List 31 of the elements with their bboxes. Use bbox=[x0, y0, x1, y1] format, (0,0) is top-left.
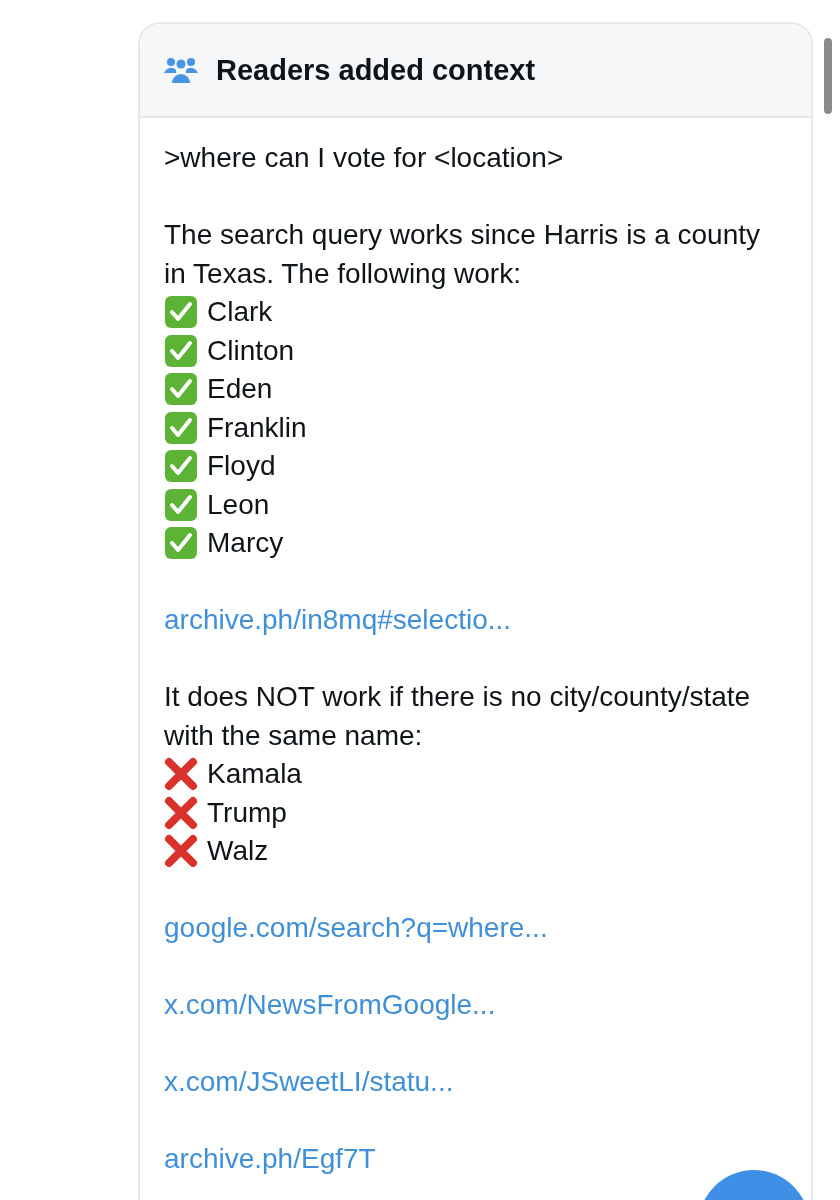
check-mark-icon bbox=[164, 487, 198, 522]
note-paragraph: It does NOT work if there is no city/county/state with the same name: bbox=[164, 680, 752, 753]
list-item-text: Clinton bbox=[207, 333, 295, 368]
list-item-text: Walz bbox=[207, 834, 269, 868]
check-mark-icon bbox=[164, 449, 198, 484]
check-mark-icon bbox=[164, 372, 198, 407]
check-mark-icon bbox=[164, 526, 198, 561]
link[interactable]: archive.ph/Egf7T bbox=[164, 1140, 376, 1179]
note-paragraph: >where can I vote for <location> bbox=[164, 141, 565, 175]
list-item-text: Clark bbox=[207, 295, 273, 329]
list-item-text: Marcy bbox=[207, 526, 284, 560]
check-mark-icon bbox=[164, 410, 198, 445]
list-item-text: Leon bbox=[207, 487, 270, 522]
cross-mark-icon bbox=[164, 795, 198, 830]
scrollbar[interactable] bbox=[824, 38, 832, 114]
note-paragraph: The search query works since Harris is a county in Texas. The following work: bbox=[164, 218, 761, 291]
list-item-text: Franklin bbox=[207, 410, 307, 445]
list-item-text: Eden bbox=[207, 372, 273, 406]
list-item-text: Floyd bbox=[207, 449, 276, 483]
note-heading: Readers added context bbox=[216, 53, 536, 87]
link[interactable]: google.com/search?q=where... bbox=[164, 909, 548, 948]
list-item-text: Trump bbox=[207, 795, 287, 830]
cross-mark-icon bbox=[164, 834, 198, 869]
link[interactable]: x.com/JSweetLI/statu... bbox=[164, 1063, 454, 1102]
cross-mark-icon bbox=[164, 757, 198, 792]
check-mark-icon bbox=[164, 333, 198, 368]
check-mark-icon bbox=[164, 295, 198, 330]
list-item-text: Kamala bbox=[207, 757, 302, 791]
people-icon bbox=[164, 57, 198, 83]
link[interactable]: x.com/NewsFromGoogle... bbox=[164, 986, 496, 1025]
link[interactable]: archive.ph/in8mq#selectio... bbox=[164, 601, 512, 640]
